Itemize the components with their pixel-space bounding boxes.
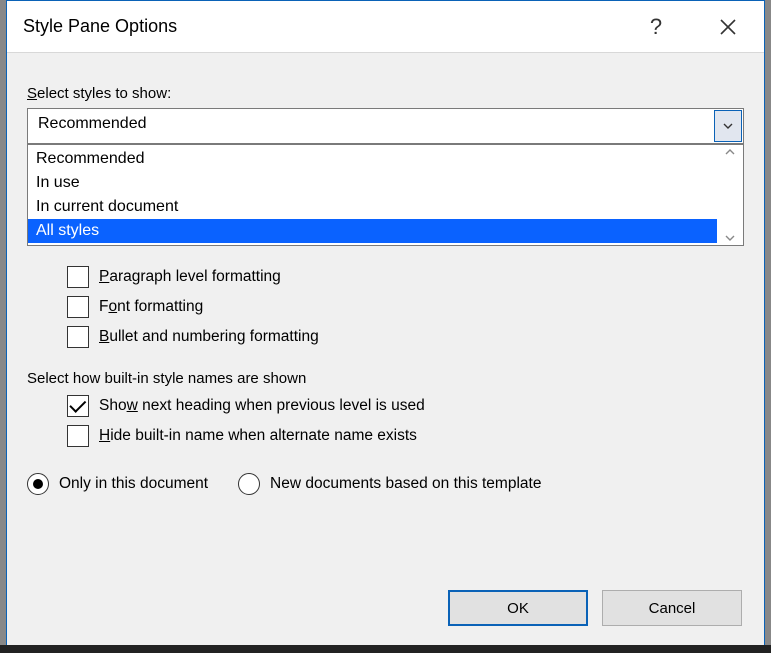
help-button[interactable]: ? <box>620 1 692 53</box>
styles-combo-value: Recommended <box>28 109 713 143</box>
ok-button[interactable]: OK <box>448 590 588 626</box>
only-this-document-label: Only in this document <box>59 475 208 493</box>
bullet-formatting-label: Bullet and numbering formatting <box>99 328 319 346</box>
dialog-title: Style Pane Options <box>23 16 620 37</box>
formatting-checks-group: Paragraph level formatting Font formatti… <box>67 266 744 348</box>
new-documents-row[interactable]: New documents based on this template <box>238 473 541 495</box>
close-button[interactable] <box>692 1 764 53</box>
close-icon <box>719 18 737 36</box>
style-pane-options-dialog: Style Pane Options ? Select styles to sh… <box>6 0 765 647</box>
scope-radio-group: Only in this document New documents base… <box>27 465 744 503</box>
builtin-names-label: Select how built-in style names are show… <box>27 370 744 387</box>
chevron-down-icon <box>723 123 733 129</box>
hide-builtin-checkbox[interactable] <box>67 425 89 447</box>
styles-dropdown: Recommended In use In current document A… <box>27 144 744 246</box>
font-formatting-label: Font formatting <box>99 298 203 316</box>
bullet-formatting-checkbox[interactable] <box>67 326 89 348</box>
dialog-footer: OK Cancel <box>7 572 764 646</box>
hide-builtin-row[interactable]: Hide built-in name when alternate name e… <box>67 425 744 447</box>
scroll-up-icon <box>725 149 735 155</box>
styles-combo-button[interactable] <box>714 110 742 142</box>
paragraph-formatting-checkbox[interactable] <box>67 266 89 288</box>
dropdown-item-in-use[interactable]: In use <box>28 171 717 195</box>
styles-combo[interactable]: Recommended <box>27 108 744 144</box>
dropdown-scrollbar[interactable] <box>717 145 743 245</box>
paragraph-formatting-row[interactable]: Paragraph level formatting <box>67 266 744 288</box>
show-next-heading-checkbox[interactable] <box>67 395 89 417</box>
styles-combo-wrap: Recommended Recommended In use In curren… <box>27 108 744 144</box>
font-formatting-checkbox[interactable] <box>67 296 89 318</box>
paragraph-formatting-label: Paragraph level formatting <box>99 268 281 286</box>
titlebar: Style Pane Options ? <box>7 1 764 53</box>
dialog-body: Select styles to show: Recommended Recom… <box>7 53 764 572</box>
show-next-heading-row[interactable]: Show next heading when previous level is… <box>67 395 744 417</box>
select-styles-label: Select styles to show: <box>27 85 744 102</box>
new-documents-radio[interactable] <box>238 473 260 495</box>
background-strip <box>0 645 771 653</box>
new-documents-label: New documents based on this template <box>270 475 541 493</box>
bullet-formatting-row[interactable]: Bullet and numbering formatting <box>67 326 744 348</box>
cancel-button[interactable]: Cancel <box>602 590 742 626</box>
styles-dropdown-list: Recommended In use In current document A… <box>28 145 717 245</box>
hide-builtin-label: Hide built-in name when alternate name e… <box>99 427 417 445</box>
only-this-document-row[interactable]: Only in this document <box>27 473 208 495</box>
only-this-document-radio[interactable] <box>27 473 49 495</box>
scroll-down-icon <box>725 235 735 241</box>
font-formatting-row[interactable]: Font formatting <box>67 296 744 318</box>
dropdown-item-in-current-document[interactable]: In current document <box>28 195 717 219</box>
dropdown-item-all-styles[interactable]: All styles <box>28 219 717 243</box>
builtin-checks-group: Show next heading when previous level is… <box>67 395 744 447</box>
help-icon: ? <box>650 14 662 40</box>
show-next-heading-label: Show next heading when previous level is… <box>99 397 425 415</box>
dropdown-item-recommended[interactable]: Recommended <box>28 147 717 171</box>
